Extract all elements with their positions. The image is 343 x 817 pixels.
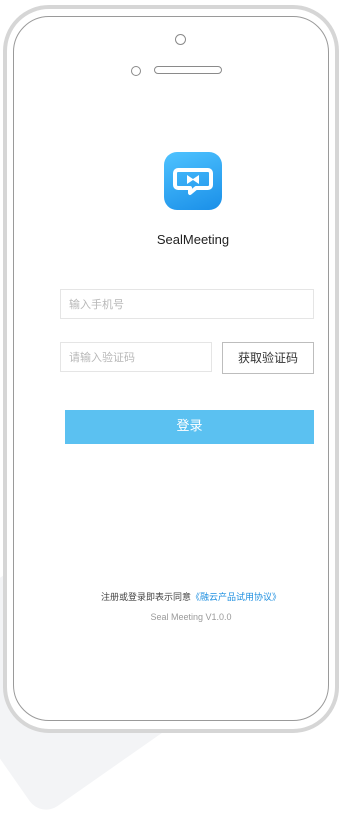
agreement-text: 注册或登录即表示同意《融云产品试用协议》 bbox=[60, 590, 322, 603]
proximity-sensor bbox=[131, 66, 141, 76]
phone-number-input[interactable] bbox=[61, 290, 313, 318]
agreement-prefix: 注册或登录即表示同意 bbox=[100, 593, 191, 603]
app-name: SealMeeting bbox=[156, 232, 230, 247]
front-camera bbox=[175, 34, 186, 45]
verification-code-field[interactable] bbox=[60, 342, 212, 372]
meeting-chat-bubble-icon bbox=[164, 152, 222, 210]
phone-number-field[interactable] bbox=[60, 289, 314, 319]
get-code-button[interactable]: 获取验证码 bbox=[222, 342, 314, 374]
earpiece-speaker bbox=[154, 66, 222, 74]
agreement-link[interactable]: 《融云产品试用协议》 bbox=[191, 593, 281, 603]
verification-code-input[interactable] bbox=[61, 343, 211, 371]
login-button[interactable]: 登录 bbox=[65, 410, 314, 444]
version-label: Seal Meeting V1.0.0 bbox=[150, 612, 232, 622]
